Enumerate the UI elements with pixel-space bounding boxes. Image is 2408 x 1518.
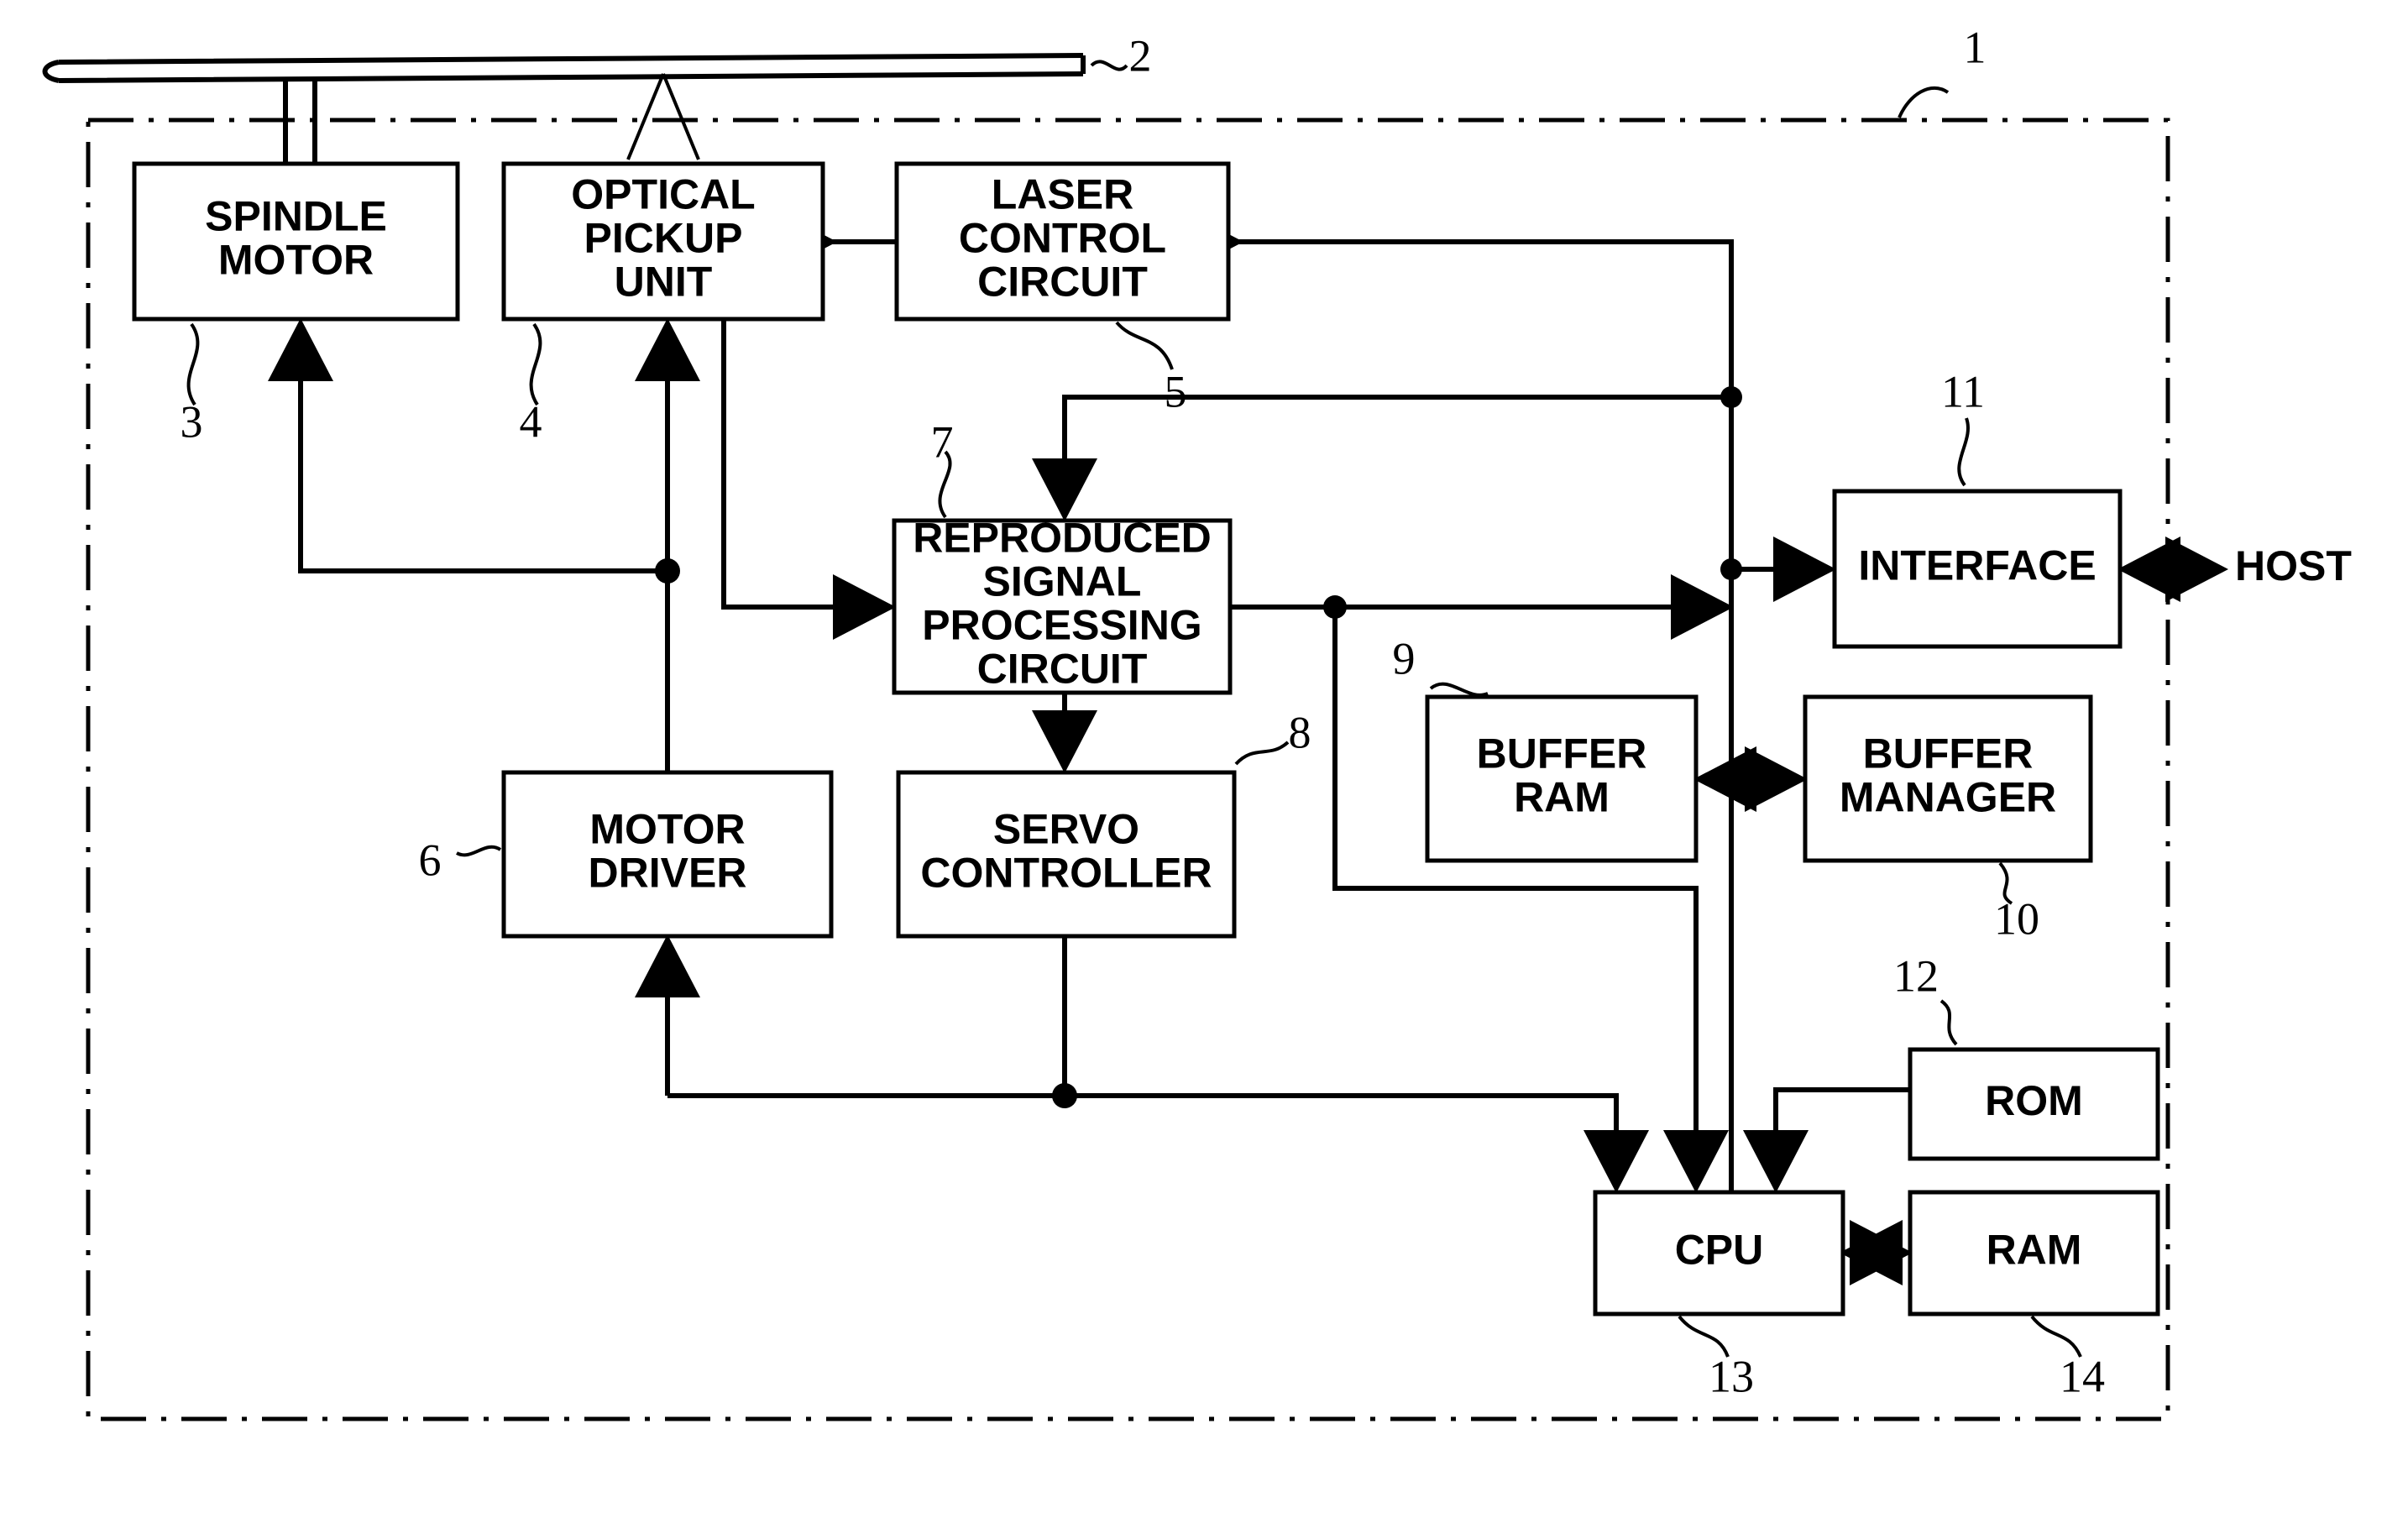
reference-numeral-7: 7 [931,416,954,467]
block-label-line: MANAGER [1840,774,2056,821]
block-diagram-svg: SPINDLEMOTOROPTICALPICKUPUNITLASERCONTRO… [42,22,2352,1421]
servo-to-cpu [667,1093,1649,1193]
block-label-line: DRIVER [589,850,747,897]
block-label-line: BUFFER [1863,730,2034,777]
block-label-line: ROM [1985,1077,2083,1124]
signal-processing-to-cpu [1332,607,1729,1193]
block-label-line: INTERFACE [1858,542,2096,589]
block-label-line: REPRODUCED [913,515,1212,562]
block-label-line: MOTOR [218,237,374,284]
block-label-line: RAM [1514,774,1610,821]
reference-numeral-13: 13 [1709,1351,1754,1401]
block-label-spindle_motor: SPINDLEMOTOR [205,193,387,284]
optical-disc [42,53,1086,83]
buffer-bus-junction [1720,767,1743,791]
reference-numeral-14: 14 [2060,1351,2105,1401]
laser-beam-cone [626,73,700,160]
reference-numeral-2: 2 [1129,30,1152,81]
block-label-line: CPU [1675,1227,1764,1274]
block-label-line: MOTOR [589,806,745,853]
block-label-line: CONTROL [959,215,1166,262]
reference-numeral-12: 12 [1893,950,1939,1001]
reference-numeral-1: 1 [1964,22,1987,72]
block-label-line: PROCESSING [922,602,1201,649]
figure-canvas: SPINDLE MOTOR OPTICAL PICKUP UNIT LASER CONTRO… [0,0,2408,1518]
block-label-line: SERVO [993,806,1139,853]
reference-numeral-11: 11 [1941,366,1985,416]
block-label-line: RAM [1987,1227,2082,1274]
reference-numeral-6: 6 [419,835,442,885]
block-label-ram: RAM [1987,1227,2082,1274]
block-label-line: BUFFER [1477,730,1647,777]
block-label-line: OPTICAL [571,171,755,218]
block-label-line: UNIT [615,259,713,306]
reference-numeral-10: 10 [1994,893,2039,944]
block-label-line: SIGNAL [983,558,1142,605]
block-label-line: CIRCUIT [977,259,1148,306]
block-label-buffer_manager: BUFFERMANAGER [1840,730,2056,821]
reference-numeral-9: 9 [1393,633,1416,683]
block-label-line: SPINDLE [205,193,387,240]
block-label-line: CONTROLLER [920,850,1212,897]
block-label-line: LASER [992,171,1133,218]
motor-driver-to-spindle [268,318,667,573]
leader-2 [1090,60,1128,71]
block-label-line: PICKUP [584,215,743,262]
rom-to-cpu [1743,1087,1910,1193]
block-label-interface: INTERFACE [1858,542,2096,589]
reference-numeral-3: 3 [181,396,203,447]
block-label-line: CIRCUIT [977,646,1148,693]
reference-numeral-8: 8 [1289,707,1311,757]
host-label: HOST [2235,542,2352,589]
reference-numeral-4: 4 [520,396,542,447]
block-label-cpu: CPU [1675,1227,1764,1274]
reference-numeral-5: 5 [1165,366,1187,416]
pickup-to-signal-processing [721,319,896,640]
block-label-motor_driver: MOTORDRIVER [589,806,747,897]
block-label-rom: ROM [1985,1077,2083,1124]
